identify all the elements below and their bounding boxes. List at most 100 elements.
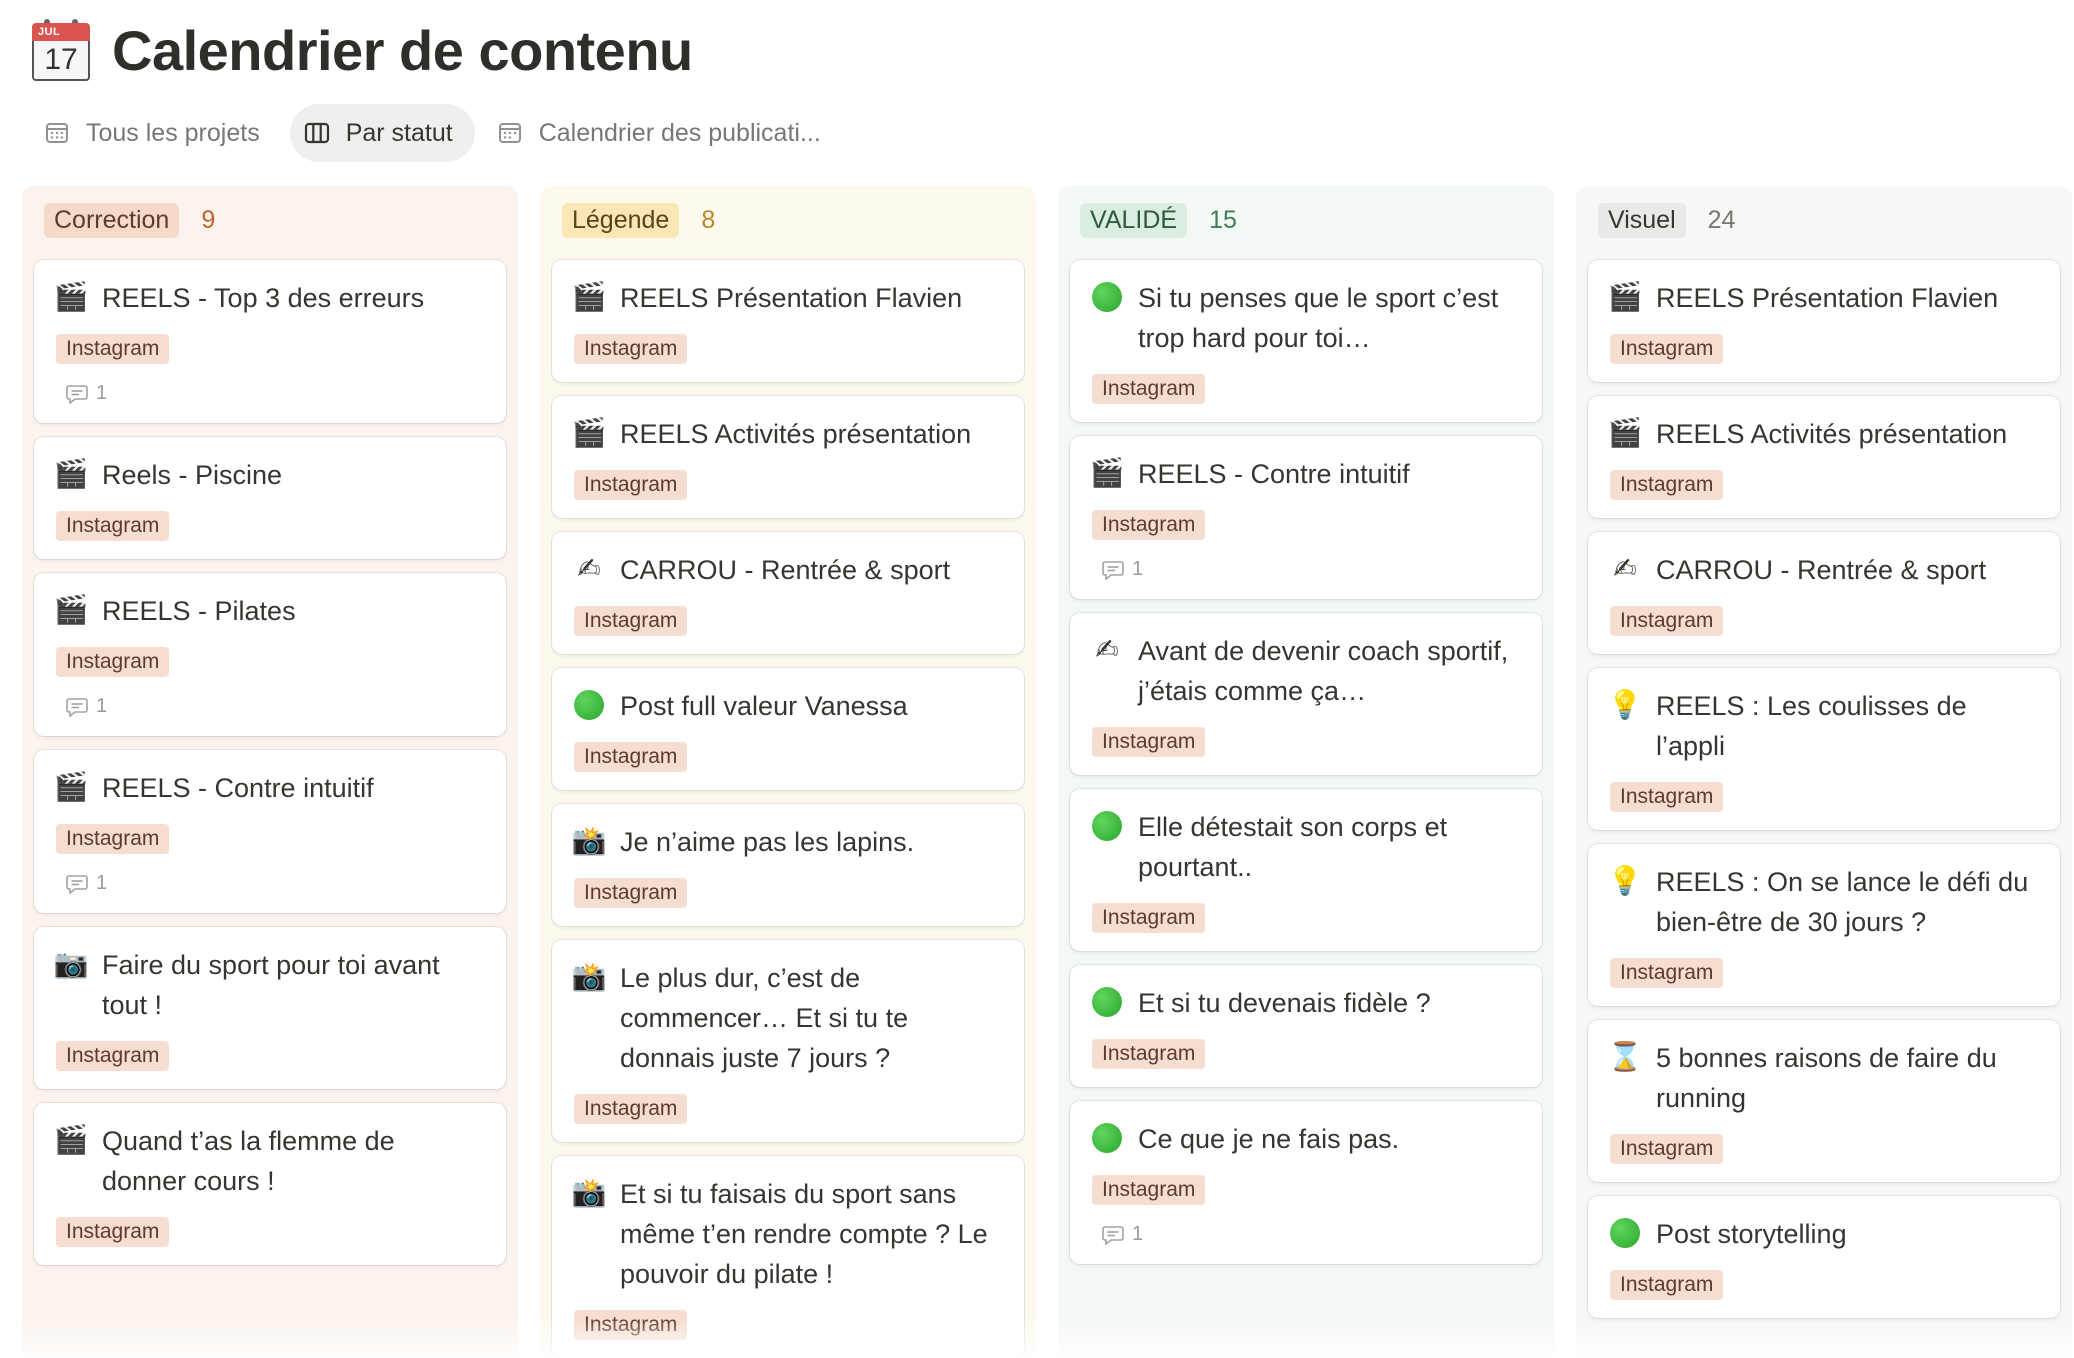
card-title-row: ✍ CARROU - Rentrée & sport bbox=[572, 550, 1004, 590]
board-card[interactable]: ✍ CARROU - Rentrée & sport Instagram bbox=[1588, 532, 2060, 654]
card-title: Faire du sport pour toi avant tout ! bbox=[102, 950, 440, 1020]
card-properties: Instagram bbox=[54, 808, 486, 854]
board-card[interactable]: Si tu penses que le sport c’est trop har… bbox=[1070, 260, 1542, 422]
column-header[interactable]: Visuel 24 bbox=[1598, 202, 2060, 238]
comment-number: 1 bbox=[96, 872, 108, 894]
comment-count[interactable]: 1 bbox=[66, 872, 486, 895]
green-circle-icon bbox=[1090, 985, 1124, 1019]
card-title: REELS Présentation Flavien bbox=[620, 283, 963, 313]
card-title: Je n’aime pas les lapins. bbox=[620, 827, 915, 857]
card-title: Post full valeur Vanessa bbox=[620, 691, 908, 721]
green-circle-icon bbox=[572, 688, 606, 722]
comment-count[interactable]: 1 bbox=[1102, 558, 1522, 581]
board-card[interactable]: ⌛ 5 bonnes raisons de faire du running Ins… bbox=[1588, 1020, 2060, 1182]
comment-count[interactable]: 1 bbox=[66, 382, 486, 405]
comment-number: 1 bbox=[96, 382, 108, 404]
card-properties: Instagram bbox=[1608, 318, 2040, 364]
card-title-row: 🎬 REELS - Top 3 des erreurs bbox=[54, 278, 486, 318]
card-title: REELS - Top 3 des erreurs bbox=[102, 283, 425, 313]
card-properties: Instagram bbox=[54, 495, 486, 541]
clapper-icon: 🎬 bbox=[53, 457, 89, 490]
card-title-row: 📸 Je n’aime pas les lapins. bbox=[572, 822, 1004, 862]
column-header[interactable]: Correction 9 bbox=[44, 202, 506, 238]
board-card[interactable]: 💡 REELS : On se lance le défi du bien-êtr… bbox=[1588, 844, 2060, 1006]
board-column: Visuel 24 🎬 REELS Présentation Flavien Insta… bbox=[1576, 186, 2072, 1358]
board-card[interactable]: 🎬 REELS - Contre intuitif Instagram 1 bbox=[34, 750, 506, 913]
board-card[interactable]: 🎬 REELS - Contre intuitif Instagram 1 bbox=[1070, 436, 1542, 599]
platform-tag: Instagram bbox=[574, 1310, 688, 1340]
status-badge: Légende bbox=[562, 202, 680, 238]
card-title: Et si tu faisais du sport sans même t’en… bbox=[620, 1179, 988, 1289]
board-card[interactable]: Post full valeur Vanessa Instagram bbox=[552, 668, 1024, 790]
card-title-row: 📸 Et si tu faisais du sport sans même t’e… bbox=[572, 1174, 1004, 1294]
board-card[interactable]: 💡 REELS : Les coulisses de l’appli Instagr… bbox=[1588, 668, 2060, 830]
page-title[interactable]: Calendrier de contenu bbox=[112, 18, 693, 83]
board-card[interactable]: 📷 Faire du sport pour toi avant tout ! Ins… bbox=[34, 927, 506, 1089]
board-card[interactable]: 🎬 REELS - Pilates Instagram 1 bbox=[34, 573, 506, 736]
card-title-row: 🎬 Quand t’as la flemme de donner cours ! bbox=[54, 1121, 486, 1201]
card-title: CARROU - Rentrée & sport bbox=[620, 555, 951, 585]
calendar-icon[interactable]: JUL 17 bbox=[30, 18, 94, 83]
kanban-board: Correction 9 🎬 REELS - Top 3 des erreurs Ins… bbox=[22, 186, 2072, 1358]
status-badge: Visuel bbox=[1598, 202, 1686, 238]
tab-tous-les-projets[interactable]: Tous les projets bbox=[30, 104, 282, 162]
board-column: Légende 8 🎬 REELS Présentation Flavien Insta… bbox=[540, 186, 1036, 1358]
card-properties: Instagram bbox=[1090, 887, 1522, 933]
clapper-icon: 🎬 bbox=[1607, 280, 1643, 313]
platform-tag: Instagram bbox=[574, 878, 688, 908]
comment-icon bbox=[1102, 560, 1124, 580]
card-title: REELS - Pilates bbox=[102, 596, 296, 626]
clapper-icon: 🎬 bbox=[53, 280, 89, 313]
board-card[interactable]: 📸 Et si tu faisais du sport sans même t’e… bbox=[552, 1156, 1024, 1358]
comment-count[interactable]: 1 bbox=[66, 695, 486, 718]
column-header[interactable]: Légende 8 bbox=[562, 202, 1024, 238]
card-title: Avant de devenir coach sportif, j’étais … bbox=[1138, 636, 1509, 706]
card-properties: Instagram bbox=[572, 318, 1004, 364]
card-properties: Instagram bbox=[54, 318, 486, 364]
platform-tag: Instagram bbox=[1092, 1039, 1206, 1069]
platform-tag: Instagram bbox=[1610, 782, 1724, 812]
board-card[interactable]: Post storytelling Instagram bbox=[1588, 1196, 2060, 1318]
board-card[interactable]: 📸 Je n’aime pas les lapins. Instagram bbox=[552, 804, 1024, 926]
green-circle-icon bbox=[1090, 809, 1124, 843]
card-properties: Instagram bbox=[1608, 590, 2040, 636]
board-card[interactable]: Elle détestait son corps et pourtant.. In… bbox=[1070, 789, 1542, 951]
status-badge: Correction bbox=[44, 202, 180, 238]
board-card[interactable]: 🎬 Reels - Piscine Instagram bbox=[34, 437, 506, 559]
card-title-row: 🎬 REELS Présentation Flavien bbox=[572, 278, 1004, 318]
clapper-icon: 🎬 bbox=[1607, 416, 1643, 449]
board-card[interactable]: 🎬 REELS Activités présentation Instagram bbox=[552, 396, 1024, 518]
card-properties: Instagram bbox=[1090, 1023, 1522, 1069]
board-card[interactable]: ✍ CARROU - Rentrée & sport Instagram bbox=[552, 532, 1024, 654]
green-circle-icon bbox=[1090, 280, 1124, 314]
comment-number: 1 bbox=[1132, 558, 1144, 580]
board-card[interactable]: 🎬 REELS Activités présentation Instagram bbox=[1588, 396, 2060, 518]
platform-tag: Instagram bbox=[56, 334, 170, 364]
card-title: 5 bonnes raisons de faire du running bbox=[1656, 1043, 1997, 1113]
light-bulb-icon: 💡 bbox=[1607, 688, 1643, 721]
platform-tag: Instagram bbox=[1092, 903, 1206, 933]
platform-tag: Instagram bbox=[1610, 1270, 1724, 1300]
board-column: VALIDÉ 15 Si tu penses que le sport c’est … bbox=[1058, 186, 1554, 1358]
column-header[interactable]: VALIDÉ 15 bbox=[1080, 202, 1542, 238]
camera-flash-icon: 📸 bbox=[571, 1176, 607, 1209]
platform-tag: Instagram bbox=[56, 1217, 170, 1247]
card-title-row: 📸 Le plus dur, c’est de commencer… Et si … bbox=[572, 958, 1004, 1078]
board-card[interactable]: 🎬 REELS Présentation Flavien Instagram bbox=[552, 260, 1024, 382]
board-card[interactable]: ✍ Avant de devenir coach sportif, j’étais… bbox=[1070, 613, 1542, 775]
platform-tag: Instagram bbox=[1610, 606, 1724, 636]
card-properties: Instagram bbox=[572, 726, 1004, 772]
board-card[interactable]: 🎬 REELS Présentation Flavien Instagram bbox=[1588, 260, 2060, 382]
tab-calendrier-des-publications[interactable]: Calendrier des publicati... bbox=[483, 104, 843, 162]
board-card[interactable]: Et si tu devenais fidèle ? Instagram bbox=[1070, 965, 1542, 1087]
board-card[interactable]: Ce que je ne fais pas. Instagram 1 bbox=[1070, 1101, 1542, 1264]
tab-par-statut[interactable]: Par statut bbox=[289, 104, 475, 162]
card-properties: Instagram bbox=[1608, 942, 2040, 988]
board-card[interactable]: 📸 Le plus dur, c’est de commencer… Et si … bbox=[552, 940, 1024, 1142]
board-card[interactable]: 🎬 REELS - Top 3 des erreurs Instagram 1 bbox=[34, 260, 506, 423]
board-card[interactable]: 🎬 Quand t’as la flemme de donner cours ! I… bbox=[34, 1103, 506, 1265]
card-title-row: Elle détestait son corps et pourtant.. bbox=[1090, 807, 1522, 887]
card-title-row: Post full valeur Vanessa bbox=[572, 686, 1004, 726]
card-title: Le plus dur, c’est de commencer… Et si t… bbox=[620, 963, 909, 1073]
comment-count[interactable]: 1 bbox=[1102, 1223, 1522, 1246]
